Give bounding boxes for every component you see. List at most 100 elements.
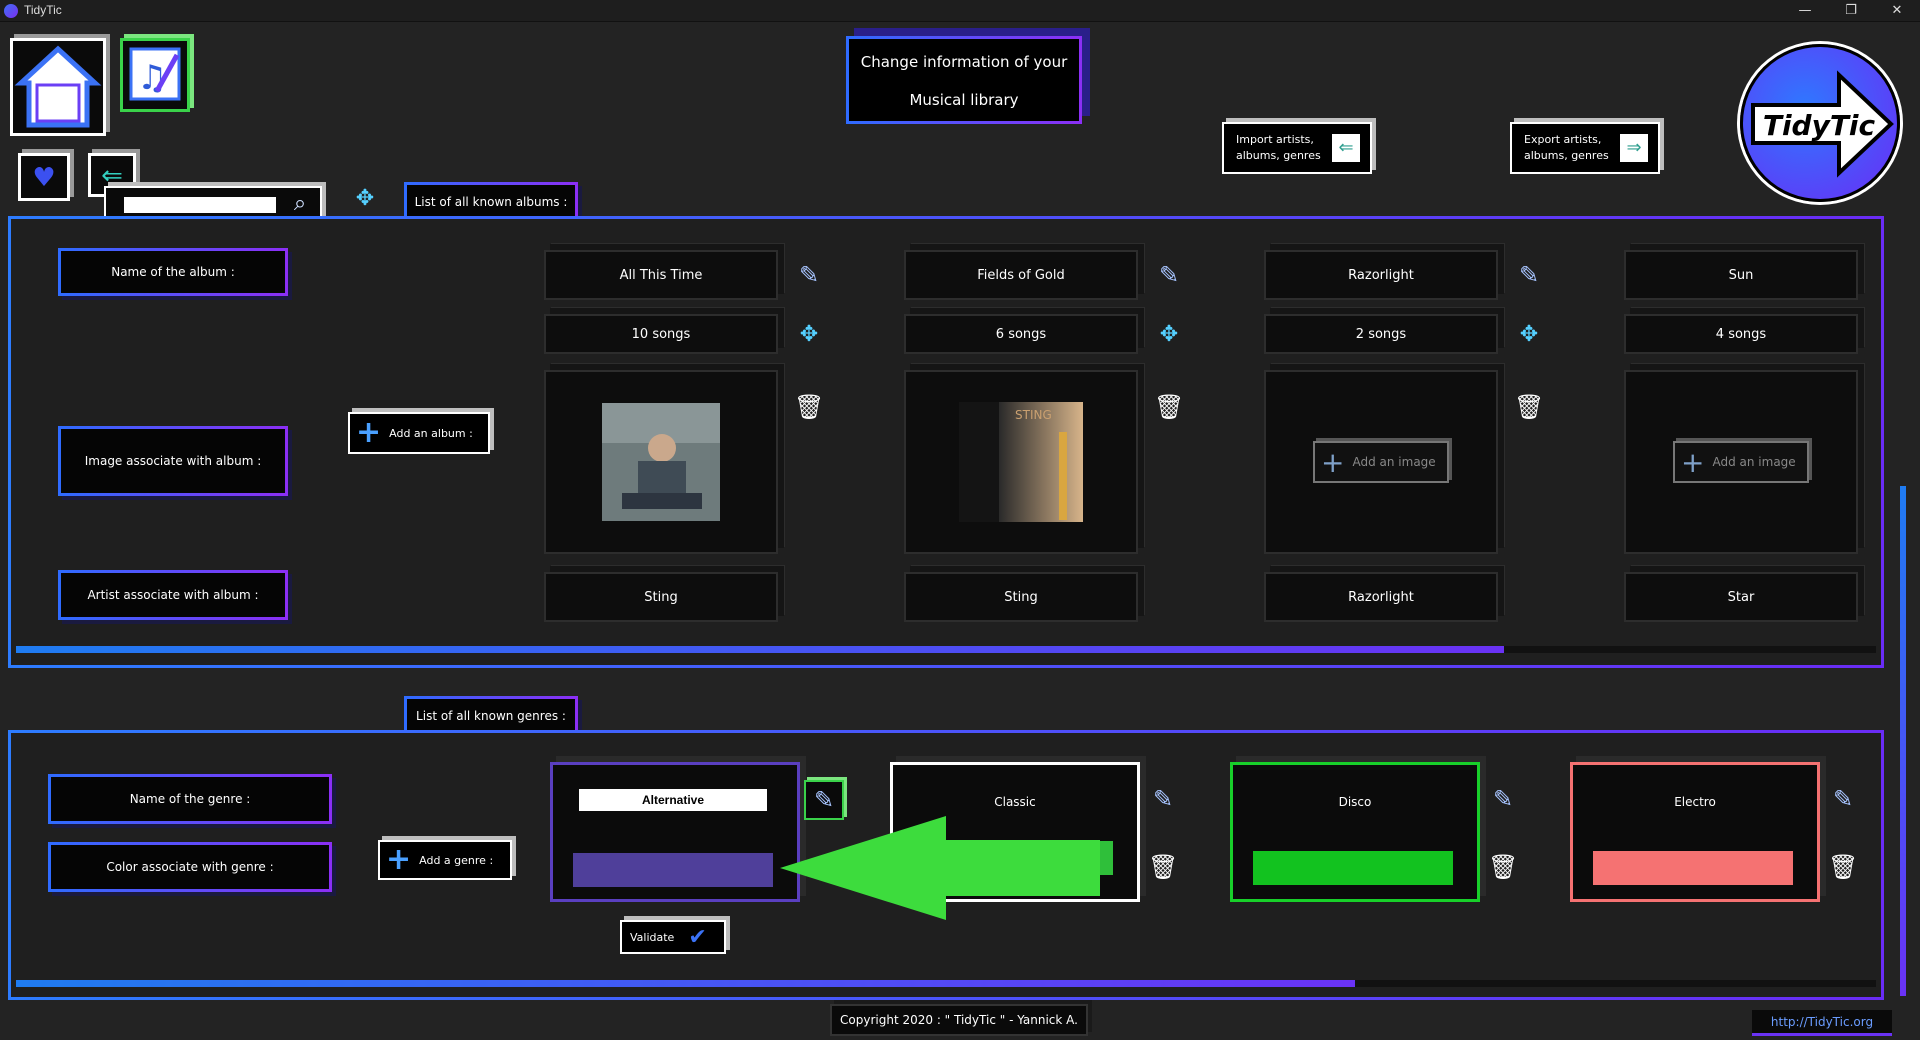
genres-scrollbar[interactable]: [16, 980, 1876, 987]
expand-arrows-icon[interactable]: ✥: [794, 320, 824, 350]
genre-card: [550, 762, 800, 902]
add-genre-button[interactable]: + Add a genre :: [378, 840, 512, 880]
add-album-button[interactable]: + Add an album :: [348, 412, 490, 454]
pencil-icon[interactable]: ✎: [1514, 260, 1544, 290]
genre-color-swatch: [1253, 851, 1453, 885]
expand-arrows-icon[interactable]: ✥: [350, 184, 380, 214]
album-cover-image: STING: [959, 402, 1083, 522]
album-songs-cell: 2 songs: [1264, 314, 1498, 354]
plus-icon: +: [386, 842, 412, 877]
page-title-line2: Musical library: [909, 91, 1019, 109]
export-label-line1: Export artists,: [1524, 133, 1602, 146]
album-image-cell: + Add an image: [1624, 370, 1858, 554]
pencil-icon[interactable]: ✎: [1154, 260, 1184, 290]
trash-icon[interactable]: 🗑: [1514, 392, 1544, 422]
music-button[interactable]: ♫: [120, 38, 190, 112]
window-title: TidyTic: [24, 3, 62, 17]
import-label-line2: albums, genres: [1236, 149, 1321, 162]
album-artist-cell: Sting: [544, 572, 778, 622]
music-note-icon: ♫: [129, 47, 181, 101]
genre-color-label: Color associate with genre :: [48, 842, 332, 892]
trash-icon[interactable]: 🗑: [1828, 852, 1858, 882]
checkmark-icon: ✔: [688, 924, 707, 950]
page-title-line1: Change information of your: [860, 53, 1068, 71]
home-button[interactable]: [10, 38, 106, 136]
add-image-label: Add an image: [1712, 455, 1796, 469]
export-button[interactable]: Export artists, albums, genres ⇒: [1510, 122, 1660, 174]
add-image-button[interactable]: + Add an image: [1313, 441, 1449, 483]
albums-scrollbar-thumb[interactable]: [16, 646, 1504, 653]
logo-text: TidyTic: [1762, 109, 1876, 142]
pencil-icon[interactable]: ✎: [804, 780, 844, 820]
plus-icon: +: [1321, 445, 1345, 479]
trash-icon[interactable]: 🗑: [1148, 852, 1178, 882]
album-name-cell: Sun: [1624, 250, 1858, 300]
genre-name: Disco: [1338, 795, 1372, 809]
album-image-cell: STING: [904, 370, 1138, 554]
trash-icon[interactable]: 🗑: [1154, 392, 1184, 422]
album-name-cell: Razorlight: [1264, 250, 1498, 300]
genre-name-input[interactable]: [579, 789, 767, 811]
genre-name-label: Name of the genre :: [48, 774, 332, 824]
plus-icon: +: [356, 415, 382, 450]
import-button[interactable]: Import artists, albums, genres ⇐: [1222, 122, 1372, 174]
pencil-icon[interactable]: ✎: [1828, 784, 1858, 814]
album-cover-image: [602, 403, 720, 521]
genre-color-swatch[interactable]: [573, 853, 773, 887]
album-image-label: Image associate with album :: [58, 426, 288, 496]
search-icon[interactable]: ⌕: [286, 190, 314, 218]
pencil-icon[interactable]: ✎: [794, 260, 824, 290]
pencil-icon[interactable]: ✎: [1488, 784, 1518, 814]
album-image-cell: + Add an image: [1264, 370, 1498, 554]
validate-button[interactable]: Validate ✔: [620, 920, 726, 954]
genre-card: Electro: [1570, 762, 1820, 902]
expand-arrows-icon[interactable]: ✥: [1154, 320, 1184, 350]
expand-arrows-icon[interactable]: ✥: [1514, 320, 1544, 350]
maximize-button[interactable]: ❐: [1828, 0, 1874, 22]
album-songs-cell: 6 songs: [904, 314, 1138, 354]
album-artist-label: Artist associate with album :: [58, 570, 288, 620]
album-songs-cell: 10 songs: [544, 314, 778, 354]
add-album-label: Add an album :: [389, 426, 473, 440]
copyright: Copyright 2020 : " TidyTic " - Yannick A…: [830, 1004, 1088, 1036]
album-name-label: Name of the album :: [58, 248, 288, 296]
favorites-heart-icon[interactable]: ♥: [18, 153, 70, 201]
album-artist-cell: Razorlight: [1264, 572, 1498, 622]
trash-icon[interactable]: 🗑: [794, 392, 824, 422]
pencil-icon[interactable]: ✎: [1148, 784, 1178, 814]
album-cover-text: STING: [1015, 408, 1052, 422]
albums-scrollbar[interactable]: [16, 646, 1876, 653]
album-image-cell: [544, 370, 778, 554]
validate-label: Validate: [630, 930, 675, 944]
website-link[interactable]: http://TidyTic.org: [1752, 1010, 1892, 1036]
genre-card: Disco: [1230, 762, 1480, 902]
export-label-line2: albums, genres: [1524, 149, 1609, 162]
album-artist-cell: Sting: [904, 572, 1138, 622]
annotation-arrow-icon: [780, 816, 1100, 920]
trash-icon[interactable]: 🗑: [1488, 852, 1518, 882]
import-label-line1: Import artists,: [1236, 133, 1314, 146]
close-button[interactable]: ✕: [1874, 0, 1920, 22]
home-icon: [14, 45, 102, 128]
genre-name: Electro: [1674, 795, 1716, 809]
add-genre-label: Add a genre :: [419, 853, 494, 867]
album-artist-cell: Star: [1624, 572, 1858, 622]
import-file-icon: ⇐: [1332, 134, 1360, 162]
album-songs-cell: 4 songs: [1624, 314, 1858, 354]
genre-color-swatch: [1593, 851, 1793, 885]
genres-scrollbar-thumb[interactable]: [16, 980, 1356, 987]
add-image-label: Add an image: [1352, 455, 1436, 469]
window-titlebar: TidyTic — ❐ ✕: [0, 0, 1920, 22]
add-image-button[interactable]: + Add an image: [1673, 441, 1809, 483]
album-name-cell: All This Time: [544, 250, 778, 300]
album-name-cell: Fields of Gold: [904, 250, 1138, 300]
minimize-button[interactable]: —: [1782, 0, 1828, 22]
search-input[interactable]: [124, 197, 276, 213]
export-file-icon: ⇒: [1620, 134, 1648, 162]
app-icon: [4, 4, 18, 18]
vertical-scrollbar[interactable]: [1900, 486, 1906, 996]
tidytic-logo: TidyTic: [1740, 44, 1900, 202]
page-title: Change information of your Musical libra…: [846, 36, 1082, 124]
plus-icon: +: [1681, 445, 1705, 479]
genre-name: Classic: [994, 795, 1036, 809]
